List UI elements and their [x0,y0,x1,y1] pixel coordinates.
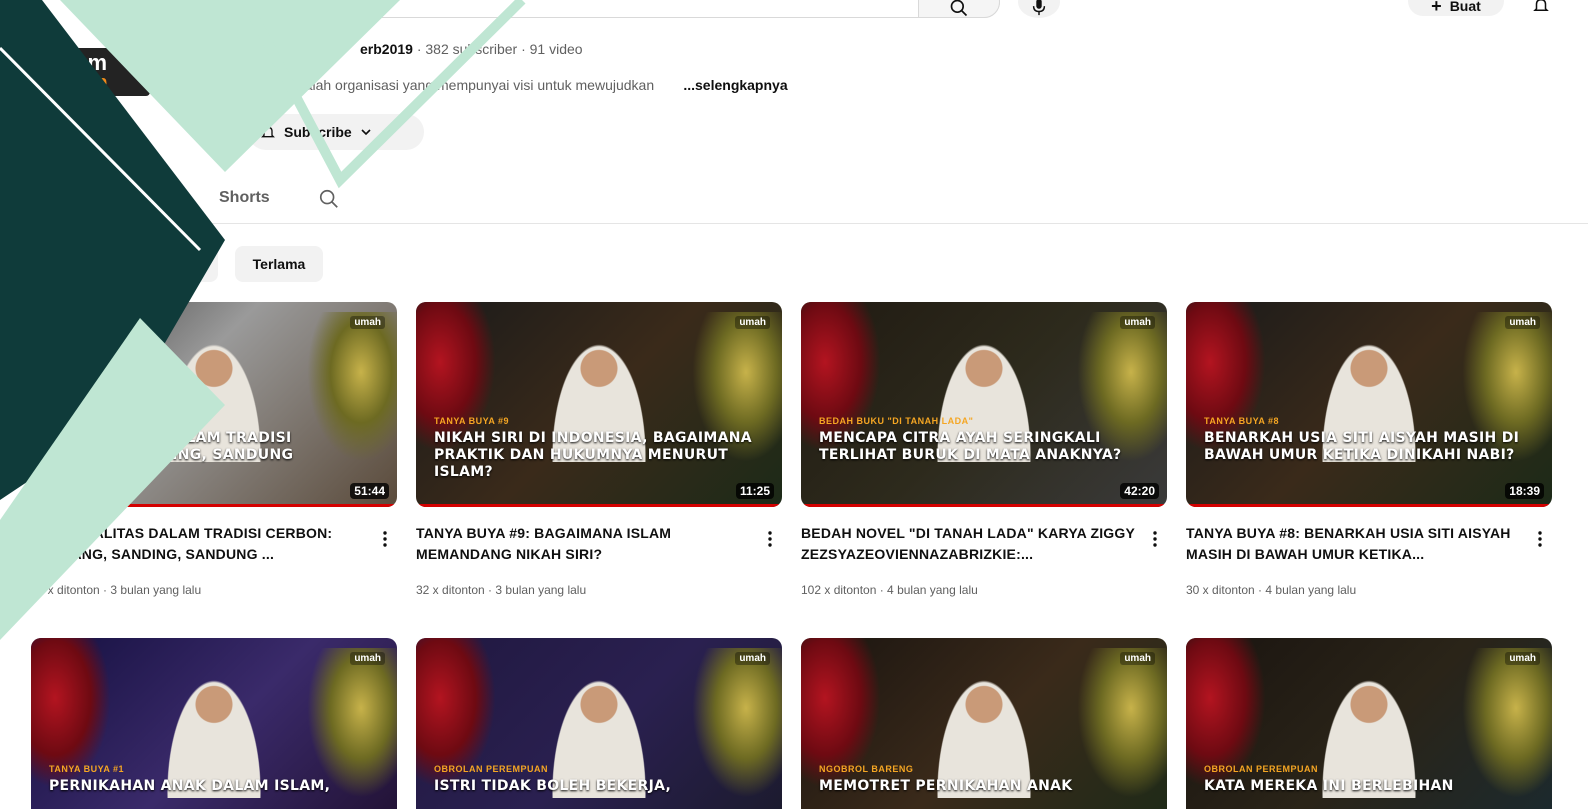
chip-oldest-label: Terlama [252,256,306,272]
thumbnail-brand-logo: umah [1505,652,1540,665]
video-thumbnail[interactable]: umah KAJIAN SEKSUALITAS SEKSUALITAS DALA… [31,302,397,507]
video-meta: 32 x ditonton · 3 bulan yang lalu [416,583,587,597]
more-options-button[interactable] [1532,528,1548,550]
video-meta: 102 x ditonton · 4 bulan yang lalu [801,583,978,597]
thumbnail-category: OBROLAN PEREMPUAN [434,764,549,774]
chevron-down-icon [361,129,371,136]
tab-shorts[interactable]: Shorts [219,189,270,207]
video-card[interactable]: umah TANYA BUYA #8 BENARKAH USIA SITI AI… [1186,302,1552,597]
kebab-icon [383,531,387,547]
subscribe-label: Subscribe [284,124,352,140]
watch-progress-bar [31,504,397,507]
video-card[interactable]: umah OBROLAN PEREMPUAN ISTRI TIDAK BOLEH… [416,638,782,809]
voice-search-button[interactable] [1018,0,1060,18]
chip-newest[interactable]: er [150,246,218,282]
thumbnail-plant-right [692,648,782,798]
mic-icon [1032,0,1046,16]
thumbnail-brand-logo: umah [350,652,385,665]
channel-search-button[interactable] [316,186,342,212]
channel-handle[interactable]: erb2019 [360,41,413,57]
thumbnail-brand-logo: umah [350,316,385,329]
description-text: mah adalah organisasi yang mempunyai vis… [258,77,655,93]
channel-avatar[interactable]: um am [68,48,150,96]
video-duration: 18:39 [1505,483,1544,499]
thumbnail-overlay-text: BENARKAH USIA SITI AISYAH MASIH DI BAWAH… [1204,430,1520,463]
thumbnail-brand-logo: umah [735,652,770,665]
video-title[interactable]: TANYA BUYA #8: BENARKAH USIA SITI AISYAH… [1186,523,1526,565]
chip-oldest[interactable]: Terlama [235,246,323,282]
subscribe-button[interactable]: Subscribe [248,114,424,150]
channel-stats: · 382 subscriber · 91 video [412,41,583,57]
thumbnail-overlay-text: ISTRI TIDAK BOLEH BEKERJA, [434,778,672,794]
notifications-button[interactable] [1530,0,1552,16]
thumbnail-category: BEDAH BUKU "DI TANAH LADA" [819,416,974,426]
thumbnail-overlay-text: KATA MEREKA INI BERLEBIHAN [1204,778,1454,794]
more-link[interactable]: ...selengkapnya [683,77,787,93]
search-button[interactable] [918,0,1000,18]
more-options-button[interactable] [1147,528,1163,550]
thumbnail-overlay-text: SEKSUALITAS DALAM TRADISI CERBON: SANDIN… [49,430,294,463]
thumbnail-category: OBROLAN PEREMPUAN [1204,764,1319,774]
video-thumbnail[interactable]: umah OBROLAN PEREMPUAN KATA MEREKA INI B… [1186,638,1552,809]
video-card[interactable]: umah NGOBROL BARENG MEMOTRET PERNIKAHAN … [801,638,1167,809]
create-button[interactable]: + Buat [1408,0,1504,16]
kebab-icon [1153,531,1157,547]
video-thumbnail[interactable]: umah OBROLAN PEREMPUAN ISTRI TIDAK BOLEH… [416,638,782,809]
thumbnail-plant-right [307,648,397,798]
thumbnail-category: TANYA BUYA #8 [1204,416,1280,426]
chip-newest-label: er [190,256,204,272]
video-card[interactable]: umah KAJIAN SEKSUALITAS SEKSUALITAS DALA… [31,302,397,597]
video-title[interactable]: BEDAH NOVEL "DI TANAH LADA" KARYA ZIGGY … [801,523,1141,565]
video-thumbnail[interactable]: umah NGOBROL BARENG MEMOTRET PERNIKAHAN … [801,638,1167,809]
thumbnail-category: NGOBROL BARENG [819,764,914,774]
video-thumbnail[interactable]: umah TANYA BUYA #8 BENARKAH USIA SITI AI… [1186,302,1552,507]
channel-description[interactable]: mah adalah organisasi yang mempunyai vis… [258,77,978,93]
bell-icon [261,126,275,138]
thumbnail-brand-logo: umah [1505,316,1540,329]
bell-icon [1533,0,1549,11]
video-card[interactable]: umah TANYA BUYA #9 NIKAH SIRI DI INDONES… [416,302,782,597]
kebab-icon [768,531,772,547]
thumbnail-brand-logo: umah [735,316,770,329]
thumbnail-overlay-text: NIKAH SIRI DI INDONESIA, BAGAIMANA PRAKT… [434,430,752,480]
video-card[interactable]: umah BEDAH BUKU "DI TANAH LADA" MENCAPA … [801,302,1167,597]
thumbnail-overlay-text: MENCAPA CITRA AYAH SERINGKALI TERLIHAT B… [819,430,1122,463]
video-thumbnail[interactable]: umah TANYA BUYA #9 NIKAH SIRI DI INDONES… [416,302,782,507]
video-thumbnail[interactable]: umah TANYA BUYA #1 PERNIKAHAN ANAK DALAM… [31,638,397,809]
watch-progress-bar [801,504,1167,507]
thumbnail-category: TANYA BUYA #9 [434,416,510,426]
video-duration: 42:20 [1120,483,1159,499]
video-card[interactable]: umah TANYA BUYA #1 PERNIKAHAN ANAK DALAM… [31,638,397,809]
search-icon [950,0,968,17]
thumbnail-brand-logo: umah [1120,652,1155,665]
video-meta: 15 x ditonton · 3 bulan yang lalu [31,583,202,597]
video-duration: 51:44 [350,483,389,499]
plus-icon: + [1431,0,1442,16]
more-options-button[interactable] [377,528,393,550]
create-label: Buat [1449,0,1481,14]
video-title[interactable]: TANYA BUYA #9: BAGAIMANA ISLAM MEMANDANG… [416,523,756,565]
video-meta: 30 x ditonton · 4 bulan yang lalu [1186,583,1357,597]
thumbnail-plant-right [1077,648,1167,798]
video-title[interactable]: P SEKSUALITAS DALAM TRADISI CERBON: SAND… [31,523,371,565]
channel-tabs: Shorts [0,178,1588,224]
video-duration: 11:25 [735,483,774,499]
video-card[interactable]: umah OBROLAN PEREMPUAN KATA MEREKA INI B… [1186,638,1552,809]
thumbnail-category: TANYA BUYA #1 [49,764,125,774]
search-icon [319,189,338,208]
video-thumbnail[interactable]: umah BEDAH BUKU "DI TANAH LADA" MENCAPA … [801,302,1167,507]
kebab-icon [1538,531,1542,547]
watch-progress-bar [1186,504,1552,507]
avatar-text-bottom: am [76,70,108,95]
search-input[interactable] [330,0,1000,18]
thumbnail-overlay-text: MEMOTRET PERNIKAHAN ANAK [819,778,1073,794]
description-fade [658,77,681,93]
thumbnail-overlay-text: PERNIKAHAN ANAK DALAM ISLAM, [49,778,331,794]
thumbnail-plant-right [1462,648,1552,798]
watch-progress-bar [416,504,782,507]
thumbnail-brand-logo: umah [1120,316,1155,329]
more-options-button[interactable] [762,528,778,550]
channel-meta: erb2019 · 382 subscriber · 91 video [360,41,583,57]
thumbnail-category: KAJIAN SEKSUALITAS [49,416,157,426]
